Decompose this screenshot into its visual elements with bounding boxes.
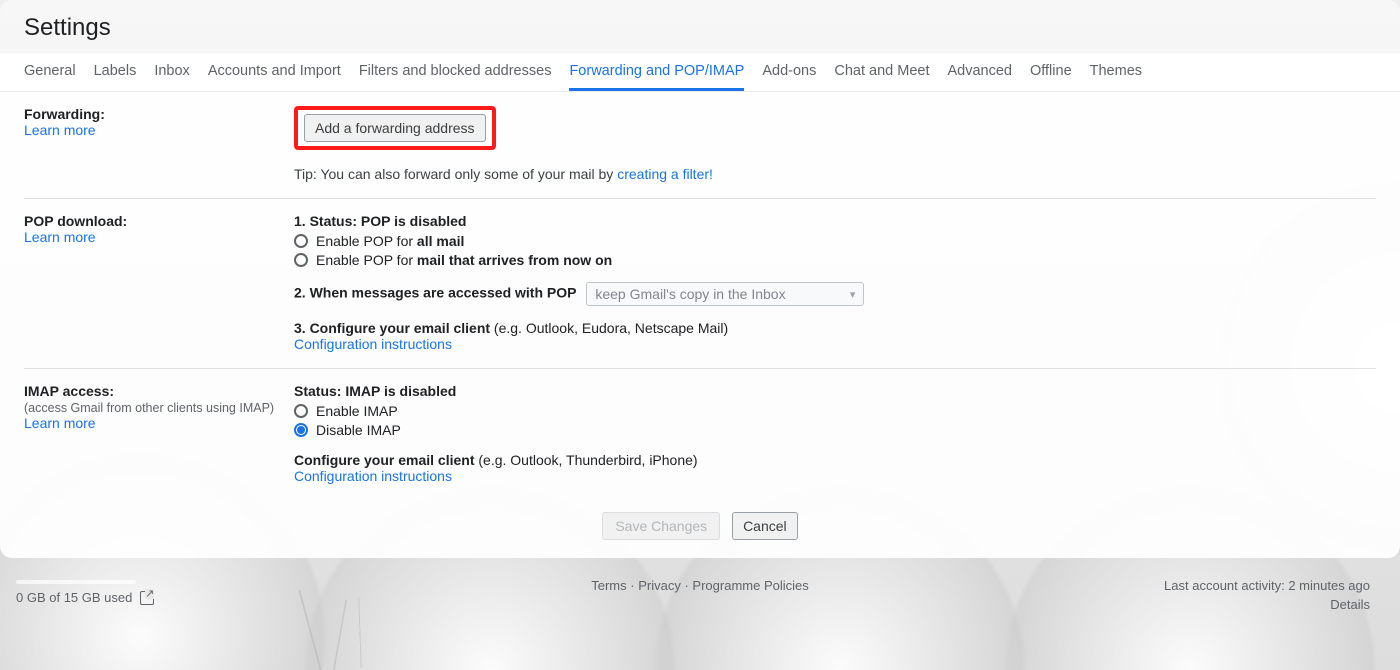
imap-enable-radio[interactable] bbox=[294, 404, 308, 418]
footer-right: Last account activity: 2 minutes ago Det… bbox=[1164, 578, 1370, 612]
chevron-down-icon: ▾ bbox=[850, 288, 856, 301]
pop-step3-bold: 3. Configure your email client bbox=[294, 320, 490, 336]
pop-step3-rest: (e.g. Outlook, Eudora, Netscape Mail) bbox=[490, 320, 728, 336]
tab-themes[interactable]: Themes bbox=[1090, 53, 1142, 91]
pop-step2: 2. When messages are accessed with POP k… bbox=[294, 282, 1376, 306]
imap-learn-more-link[interactable]: Learn more bbox=[24, 415, 294, 431]
tab-inbox[interactable]: Inbox bbox=[154, 53, 189, 91]
create-filter-link[interactable]: creating a filter! bbox=[617, 166, 713, 182]
pop-config-instructions-link[interactable]: Configuration instructions bbox=[294, 336, 1376, 352]
pop-status: 1. Status: POP is disabled bbox=[294, 213, 1376, 229]
pop-status-value: POP is disabled bbox=[361, 213, 467, 229]
footer: 0 GB of 15 GB used Terms · Privacy · Pro… bbox=[0, 560, 1400, 670]
tab-advanced[interactable]: Advanced bbox=[947, 53, 1012, 91]
forwarding-learn-more-link[interactable]: Learn more bbox=[24, 122, 294, 138]
imap-status: Status: IMAP is disabled bbox=[294, 383, 1376, 399]
highlight-annotation: Add a forwarding address bbox=[294, 106, 496, 150]
imap-disable-label: Disable IMAP bbox=[316, 422, 401, 438]
pop-select-value: keep Gmail's copy in the Inbox bbox=[595, 286, 785, 302]
pop-enable-all-radio[interactable] bbox=[294, 234, 308, 248]
tab-general[interactable]: General bbox=[24, 53, 76, 91]
pop-enable-all-prefix: Enable POP for bbox=[316, 233, 417, 249]
imap-status-prefix: Status: bbox=[294, 383, 345, 399]
imap-enable-row: Enable IMAP bbox=[294, 403, 1376, 419]
section-pop: POP download: Learn more 1. Status: POP … bbox=[24, 199, 1376, 369]
tab-accounts[interactable]: Accounts and Import bbox=[208, 53, 341, 91]
imap-configure: Configure your email client (e.g. Outloo… bbox=[294, 452, 1376, 484]
imap-disable-row: Disable IMAP bbox=[294, 422, 1376, 438]
actions-bar: Save Changes Cancel bbox=[0, 500, 1400, 558]
save-changes-button[interactable]: Save Changes bbox=[602, 512, 720, 540]
settings-content: Forwarding: Learn more Add a forwarding … bbox=[0, 92, 1400, 500]
pop-enable-all-label: Enable POP for all mail bbox=[316, 233, 464, 249]
tab-filters[interactable]: Filters and blocked addresses bbox=[359, 53, 552, 91]
settings-page: Settings General Labels Inbox Accounts a… bbox=[0, 0, 1400, 558]
theme-foliage-decoration bbox=[290, 590, 380, 670]
privacy-link[interactable]: Privacy bbox=[638, 578, 681, 593]
imap-conf-bold: Configure your email client bbox=[294, 452, 474, 468]
pop-learn-more-link[interactable]: Learn more bbox=[24, 229, 294, 245]
pop-enable-new-radio[interactable] bbox=[294, 253, 308, 267]
cancel-button[interactable]: Cancel bbox=[732, 512, 798, 540]
pop-step3: 3. Configure your email client (e.g. Out… bbox=[294, 320, 1376, 352]
pop-enable-new-row: Enable POP for mail that arrives from no… bbox=[294, 252, 1376, 268]
page-title: Settings bbox=[0, 0, 1400, 52]
pop-enable-all-bold: all mail bbox=[417, 233, 464, 249]
policies-link[interactable]: Programme Policies bbox=[692, 578, 808, 593]
section-forwarding: Forwarding: Learn more Add a forwarding … bbox=[24, 92, 1376, 199]
tab-offline[interactable]: Offline bbox=[1030, 53, 1072, 91]
imap-conf-rest: (e.g. Outlook, Thunderbird, iPhone) bbox=[474, 452, 697, 468]
imap-subtitle: (access Gmail from other clients using I… bbox=[24, 401, 294, 415]
imap-status-value: IMAP is disabled bbox=[345, 383, 456, 399]
pop-enable-new-bold: mail that arrives from now on bbox=[417, 252, 612, 268]
open-in-new-icon[interactable] bbox=[140, 591, 154, 605]
pop-enable-all-row: Enable POP for all mail bbox=[294, 233, 1376, 249]
pop-enable-new-label: Enable POP for mail that arrives from no… bbox=[316, 252, 612, 268]
tab-chat-meet[interactable]: Chat and Meet bbox=[834, 53, 929, 91]
imap-title: IMAP access: bbox=[24, 383, 294, 399]
pop-title: POP download: bbox=[24, 213, 294, 229]
terms-link[interactable]: Terms bbox=[591, 578, 626, 593]
tab-forwarding-pop-imap[interactable]: Forwarding and POP/IMAP bbox=[569, 53, 744, 91]
forwarding-tip-text: Tip: You can also forward only some of y… bbox=[294, 166, 617, 182]
forwarding-tip: Tip: You can also forward only some of y… bbox=[294, 166, 1376, 182]
details-link[interactable]: Details bbox=[1330, 597, 1370, 612]
storage-bar bbox=[16, 580, 136, 584]
pop-status-prefix: 1. Status: bbox=[294, 213, 361, 229]
storage-text: 0 GB of 15 GB used bbox=[16, 590, 132, 605]
imap-enable-label: Enable IMAP bbox=[316, 403, 398, 419]
settings-tabs: General Labels Inbox Accounts and Import… bbox=[0, 52, 1400, 92]
add-forwarding-address-button[interactable]: Add a forwarding address bbox=[304, 114, 486, 142]
section-imap: IMAP access: (access Gmail from other cl… bbox=[24, 369, 1376, 500]
pop-step2-label: 2. When messages are accessed with POP bbox=[294, 285, 576, 301]
pop-enable-new-prefix: Enable POP for bbox=[316, 252, 417, 268]
storage-area: 0 GB of 15 GB used bbox=[16, 578, 154, 605]
forwarding-title: Forwarding: bbox=[24, 106, 294, 122]
account-activity-text: Last account activity: 2 minutes ago bbox=[1164, 578, 1370, 593]
imap-config-instructions-link[interactable]: Configuration instructions bbox=[294, 468, 1376, 484]
tab-labels[interactable]: Labels bbox=[94, 53, 137, 91]
tab-addons[interactable]: Add-ons bbox=[762, 53, 816, 91]
pop-access-action-select[interactable]: keep Gmail's copy in the Inbox ▾ bbox=[586, 282, 864, 306]
imap-disable-radio[interactable] bbox=[294, 423, 308, 437]
